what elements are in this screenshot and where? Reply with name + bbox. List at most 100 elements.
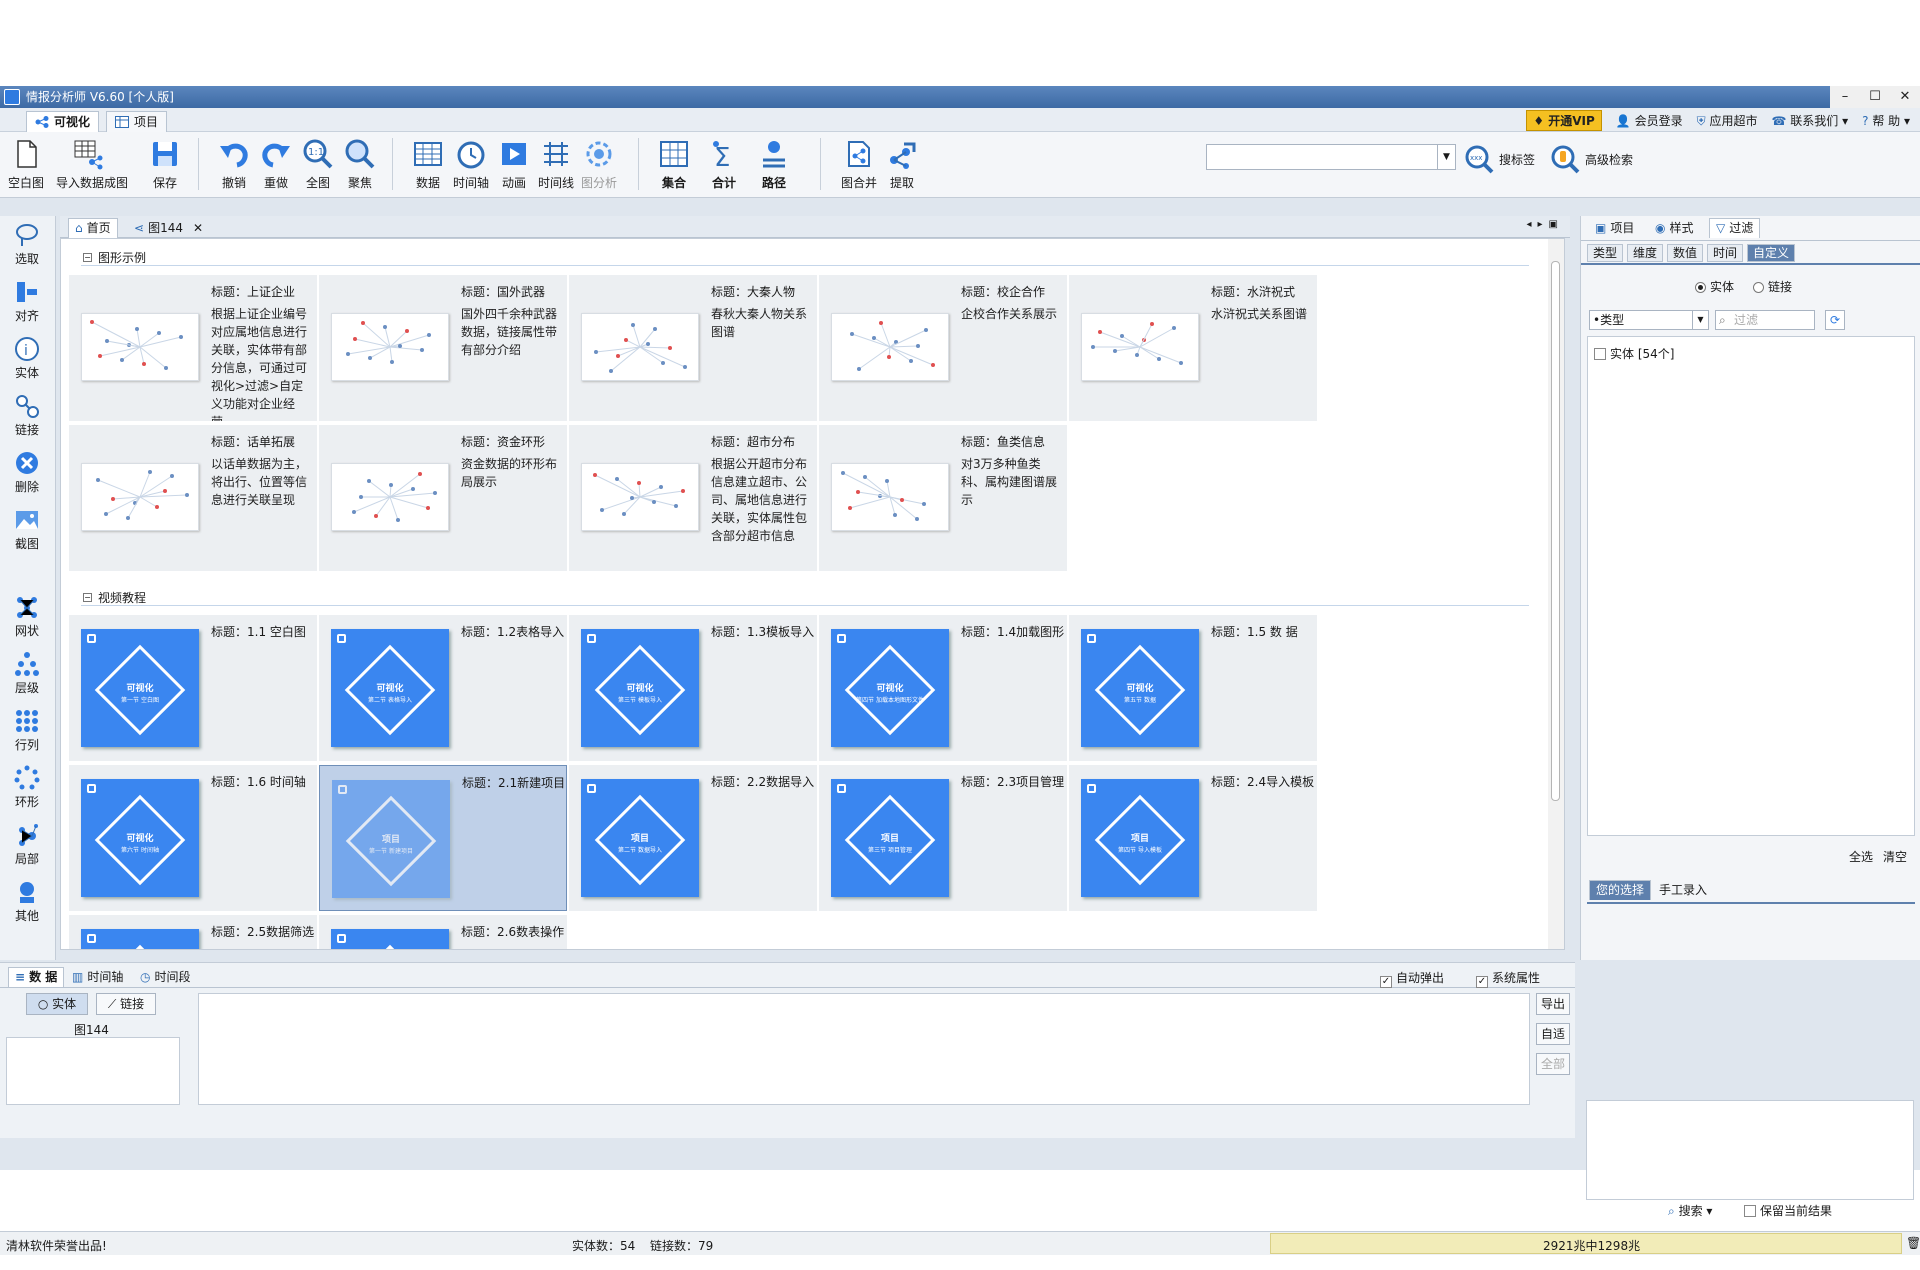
- search-tag-button[interactable]: xxx 搜标签: [1464, 144, 1535, 174]
- search-button[interactable]: ⌕ 搜索 ▾: [1668, 1202, 1712, 1219]
- example-card[interactable]: 标题：校企合作 企校合作关系展示: [819, 275, 1067, 421]
- tab-timeline-axis[interactable]: ▥ 时间轴: [66, 967, 129, 987]
- tab-graph144[interactable]: ⋖ 图144 ✕: [128, 218, 209, 238]
- video-card[interactable]: 可视化 第六节 时间轴 标题：1.6 时间轴: [69, 765, 317, 911]
- example-card[interactable]: 标题：鱼类信息 对3万多种鱼类科、属构建图谱展示: [819, 425, 1067, 571]
- tab-project[interactable]: 项目: [106, 111, 168, 132]
- import-data-button[interactable]: 导入数据成图: [56, 136, 128, 194]
- auto-fit-button[interactable]: 自适: [1536, 1023, 1570, 1045]
- system-attr-checkbox[interactable]: ✓ 系统属性: [1476, 969, 1540, 988]
- delete-tool[interactable]: 删除: [4, 450, 50, 502]
- tab-home[interactable]: ⌂ 首页: [68, 218, 118, 238]
- video-card[interactable]: 项目 第二节 数据导入 标题：2.2数据导入: [569, 765, 817, 911]
- subtab-time[interactable]: 时间: [1707, 244, 1744, 262]
- export-button[interactable]: 导出: [1536, 993, 1570, 1015]
- advanced-search-button[interactable]: 高级检索: [1550, 144, 1633, 174]
- type-select[interactable]: •类型 ▼: [1589, 310, 1709, 330]
- minimize-button[interactable]: –: [1830, 86, 1860, 108]
- video-card[interactable]: 可视化 第一节 空白图 标题：1.1 空白图: [69, 615, 317, 761]
- tab-scroll-controls[interactable]: ◂▸▣: [1527, 219, 1565, 230]
- tab-manual-entry[interactable]: 手工录入: [1653, 880, 1713, 900]
- entity-checkbox[interactable]: [1594, 348, 1606, 360]
- data-table[interactable]: [198, 993, 1530, 1105]
- link-tool[interactable]: 链接: [4, 393, 50, 445]
- list-item[interactable]: 实体 [54个]: [1594, 345, 1674, 362]
- subtab-custom[interactable]: 自定义: [1747, 244, 1796, 262]
- panel-tab-style[interactable]: ◉ 样式: [1649, 218, 1700, 238]
- section-videos-header[interactable]: − 视频教程: [83, 589, 146, 606]
- subtab-dimension[interactable]: 维度: [1627, 244, 1664, 262]
- focus-button[interactable]: 聚焦: [336, 136, 384, 194]
- extract-button[interactable]: 提取: [878, 136, 926, 194]
- refresh-icon[interactable]: ⟳: [1825, 310, 1845, 330]
- panel-tab-project[interactable]: ▣ 项目: [1589, 218, 1640, 238]
- network-layout-tool[interactable]: 网状: [4, 594, 50, 646]
- video-card[interactable]: 项目标题：2.6数表操作: [319, 915, 567, 949]
- all-button[interactable]: 全部: [1536, 1053, 1570, 1075]
- subtab-value[interactable]: 数值: [1667, 244, 1704, 262]
- other-layout-tool[interactable]: 其他: [4, 879, 50, 931]
- ring-layout-tool[interactable]: 环形: [4, 765, 50, 817]
- video-card[interactable]: 可视化 第五节 数据 标题：1.5 数 据: [1069, 615, 1317, 761]
- sum-button[interactable]: Σ 合计: [700, 136, 748, 194]
- example-card[interactable]: 标题：水浒祝式 水浒祝式关系图谱: [1069, 275, 1317, 421]
- screenshot-tool[interactable]: 截图: [4, 507, 50, 559]
- video-card[interactable]: 项目标题：2.5数据筛选: [69, 915, 317, 949]
- scrollbar-thumb[interactable]: [1551, 261, 1560, 801]
- section-examples-header[interactable]: − 图形示例: [83, 249, 146, 266]
- align-tool[interactable]: 对齐: [4, 279, 50, 331]
- local-layout-tool[interactable]: 局部: [4, 822, 50, 874]
- entity-tool[interactable]: i 实体: [4, 336, 50, 388]
- help-link[interactable]: ? 帮 助 ▾: [1862, 112, 1910, 129]
- example-card[interactable]: 标题：国外武器 国外四千余种武器数据，链接属性带有部分介绍: [319, 275, 567, 421]
- video-card[interactable]: 项目 第三节 项目管理 标题：2.3项目管理: [819, 765, 1067, 911]
- save-button[interactable]: 保存: [141, 136, 189, 194]
- blank-graph-button[interactable]: 空白图: [2, 136, 50, 194]
- example-card[interactable]: 标题：大秦人物 春秋大秦人物关系图谱: [569, 275, 817, 421]
- video-card[interactable]: 项目 第四节 导入模板 标题：2.4导入模板: [1069, 765, 1317, 911]
- close-tab-icon[interactable]: ✕: [193, 219, 203, 238]
- example-card[interactable]: 标题：话单拓展 以话单数据为主，将出行、位置等信息进行关联呈现: [69, 425, 317, 571]
- chevron-down-icon[interactable]: ▼: [1437, 145, 1455, 169]
- collapse-icon[interactable]: −: [83, 593, 92, 602]
- graph-analysis-button[interactable]: 图分析: [575, 136, 623, 194]
- example-card[interactable]: 标题：资金环形 资金数据的环形布局展示: [319, 425, 567, 571]
- contact-link[interactable]: ☎ 联系我们 ▾: [1771, 112, 1848, 129]
- path-button[interactable]: 路径: [750, 136, 798, 194]
- example-card[interactable]: 标题：上证企业 根据上证企业编号对应属地信息进行关联，实体带有部分信息，可通过可视…: [69, 275, 317, 421]
- supermarket-link[interactable]: ⛨ 应用超市: [1697, 112, 1758, 129]
- example-card[interactable]: 标题：超市分布 根据公开超市分布信息建立超市、公司、属地信息进行关联，实体属性包含…: [569, 425, 817, 571]
- subtab-type[interactable]: 类型: [1587, 244, 1624, 262]
- toggle-link[interactable]: ⟋ 链接: [96, 993, 156, 1015]
- tab-visualization[interactable]: 可视化: [26, 111, 100, 132]
- radio-entity[interactable]: 实体: [1695, 278, 1734, 295]
- video-card[interactable]: 可视化 第四节 加载本地图形文件 标题：1.4加载图形: [819, 615, 1067, 761]
- hierarchy-layout-tool[interactable]: 层级: [4, 651, 50, 703]
- video-card[interactable]: 可视化 第三节 模板导入 标题：1.3模板导入: [569, 615, 817, 761]
- canvas-scrollbar[interactable]: [1548, 239, 1564, 949]
- panel-tab-filter[interactable]: ▽ 过滤: [1709, 218, 1761, 238]
- video-card[interactable]: 项目 第一节 新建项目 标题：2.1新建项目: [319, 765, 567, 911]
- vip-button[interactable]: ♦ 开通VIP: [1526, 110, 1602, 131]
- graph-list[interactable]: [6, 1037, 180, 1105]
- tag-search-input[interactable]: ▼: [1206, 144, 1456, 170]
- tab-time-period[interactable]: ◷ 时间段: [134, 967, 197, 987]
- trash-icon[interactable]: 🗑: [1906, 1236, 1920, 1250]
- grid-layout-tool[interactable]: 行列: [4, 708, 50, 760]
- maximize-button[interactable]: ☐: [1860, 86, 1890, 108]
- auto-popup-checkbox[interactable]: ✓ 自动弹出: [1380, 969, 1444, 988]
- video-card[interactable]: 可视化 第二节 表格导入 标题：1.2表格导入: [319, 615, 567, 761]
- clear-button[interactable]: 清空: [1883, 848, 1907, 865]
- toggle-entity[interactable]: ○ 实体: [26, 993, 88, 1015]
- filter-input[interactable]: ⌕ 过滤: [1715, 310, 1815, 330]
- keep-results-checkbox[interactable]: 保留当前结果: [1744, 1202, 1832, 1219]
- set-button[interactable]: 集合: [650, 136, 698, 194]
- close-button[interactable]: ✕: [1890, 86, 1920, 108]
- selection-box[interactable]: [1586, 1100, 1914, 1200]
- radio-link[interactable]: 链接: [1753, 278, 1792, 295]
- collapse-icon[interactable]: −: [83, 253, 92, 262]
- select-tool[interactable]: 选取: [4, 222, 50, 274]
- select-all-button[interactable]: 全选: [1849, 848, 1873, 865]
- tab-your-selection[interactable]: 您的选择: [1589, 880, 1652, 900]
- tab-data[interactable]: ≡ 数 据: [8, 967, 65, 987]
